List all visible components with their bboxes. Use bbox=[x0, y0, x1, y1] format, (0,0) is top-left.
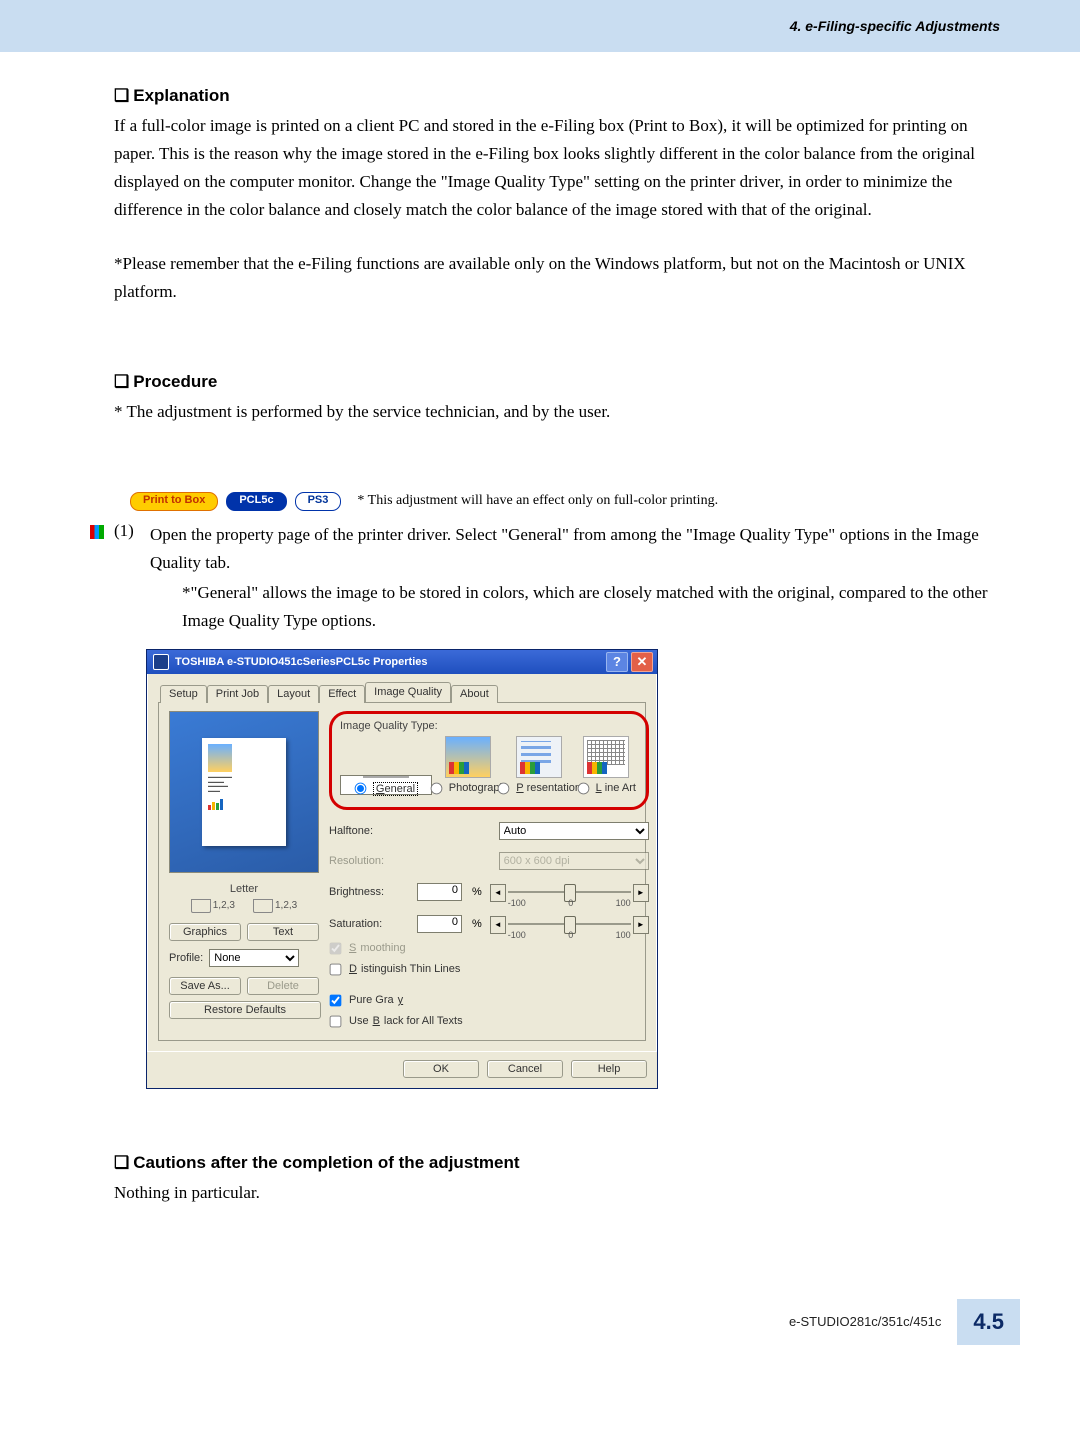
saturation-slider[interactable]: ◄ ► -1000100 bbox=[490, 914, 649, 934]
thumbnail-lineart-icon bbox=[583, 736, 629, 778]
page-body: ❑Explanation If a full-color image is pr… bbox=[0, 52, 1080, 1249]
text-button[interactable]: Text bbox=[247, 923, 319, 941]
step-number: (1) bbox=[114, 521, 140, 541]
copy-order-icons: 1,2,3 1,2,3 bbox=[169, 899, 319, 913]
square-bullet-icon: ❑ bbox=[114, 372, 129, 391]
iqt-option-lineart[interactable]: Line ArtLine Art bbox=[575, 736, 638, 795]
tab-print-job[interactable]: Print Job bbox=[207, 685, 268, 703]
titlebar-help-button[interactable]: ? bbox=[606, 652, 628, 672]
page-header: 4. e-Filing-specific Adjustments bbox=[0, 0, 1080, 52]
square-bullet-icon: ❑ bbox=[114, 1153, 129, 1172]
tab-layout[interactable]: Layout bbox=[268, 685, 319, 703]
explanation-body: If a full-color image is printed on a cl… bbox=[114, 112, 990, 224]
thumbnail-general-icon bbox=[363, 776, 409, 778]
slider-left-button[interactable]: ◄ bbox=[490, 916, 506, 934]
halftone-select[interactable]: Auto bbox=[499, 822, 649, 840]
tab-panel-image-quality: ▬▬▬▬▬▬▬▬▬▬▬▬▬▬▬▬▬▬ Letter 1,2,3 1,2,3 Gr… bbox=[158, 702, 646, 1041]
printer-icon bbox=[191, 899, 211, 913]
dialog-title: TOSHIBA e-STUDIO451cSeriesPCL5c Properti… bbox=[175, 656, 427, 668]
tab-effect[interactable]: Effect bbox=[319, 685, 365, 703]
highlighted-region: Image Quality Type: GGeneraleneral Photo… bbox=[329, 711, 649, 810]
image-quality-type-label: Image Quality Type: bbox=[340, 720, 638, 732]
page-footer: e-STUDIO281c/351c/451c 4.5 bbox=[0, 1299, 1080, 1375]
step-1-text: Open the property page of the printer dr… bbox=[150, 521, 990, 577]
step-1-sub: *"General" allows the image to be stored… bbox=[182, 579, 990, 635]
black-text-checkbox[interactable] bbox=[330, 1015, 342, 1027]
graphics-button[interactable]: Graphics bbox=[169, 923, 241, 941]
radio-lineart[interactable] bbox=[577, 782, 589, 794]
titlebar-close-button[interactable]: ✕ bbox=[631, 652, 653, 672]
printer-icon bbox=[253, 899, 273, 913]
cancel-button[interactable]: Cancel bbox=[487, 1060, 563, 1078]
tags-row: Print to Box PCL5c PS3 * This adjustment… bbox=[130, 492, 990, 510]
dialog-button-row: OK Cancel Help bbox=[147, 1052, 657, 1088]
resolution-label: Resolution: bbox=[329, 855, 409, 867]
tab-setup[interactable]: Setup bbox=[160, 685, 207, 703]
restore-defaults-button[interactable]: Restore Defaults bbox=[169, 1001, 321, 1019]
header-section: 4. e-Filing-specific Adjustments bbox=[790, 18, 1000, 34]
tag-print-to-box: Print to Box bbox=[130, 492, 218, 510]
tab-about[interactable]: About bbox=[451, 685, 498, 703]
procedure-body: * The adjustment is performed by the ser… bbox=[114, 398, 990, 426]
thumbnail-photograph-icon bbox=[445, 736, 491, 778]
iqt-option-presentation[interactable]: PresentationPresentation bbox=[503, 736, 574, 795]
heading-cautions: ❑Cautions after the completion of the ad… bbox=[114, 1153, 990, 1173]
slider-left-button[interactable]: ◄ bbox=[490, 884, 506, 902]
halftone-label: Halftone: bbox=[329, 825, 409, 837]
brightness-value[interactable]: 0 bbox=[417, 883, 462, 901]
radio-photograph[interactable] bbox=[430, 782, 442, 794]
preview-paper-size: Letter bbox=[169, 883, 319, 895]
ok-button[interactable]: OK bbox=[403, 1060, 479, 1078]
footer-model: e-STUDIO281c/351c/451c bbox=[789, 1314, 941, 1329]
app-icon bbox=[153, 654, 169, 670]
heading-procedure: ❑Procedure bbox=[114, 372, 990, 392]
heading-explanation: ❑Explanation bbox=[114, 86, 990, 106]
saturation-value[interactable]: 0 bbox=[417, 915, 462, 933]
step-1: (1) Open the property page of the printe… bbox=[90, 521, 990, 635]
explanation-note: *Please remember that the e-Filing funct… bbox=[114, 250, 990, 306]
profile-label: Profile: bbox=[169, 952, 203, 964]
brightness-slider[interactable]: ◄ ► -1000100 bbox=[490, 882, 649, 902]
thin-lines-checkbox[interactable] bbox=[330, 963, 342, 975]
dialog-titlebar: TOSHIBA e-STUDIO451cSeriesPCL5c Properti… bbox=[147, 650, 657, 674]
delete-button[interactable]: Delete bbox=[247, 977, 319, 995]
radio-presentation[interactable] bbox=[498, 782, 510, 794]
pure-gray-checkbox[interactable] bbox=[330, 994, 342, 1006]
thumbnail-presentation-icon bbox=[516, 736, 562, 778]
color-bars-icon bbox=[90, 525, 104, 539]
smoothing-checkbox bbox=[330, 942, 342, 954]
tags-note: * This adjustment will have an effect on… bbox=[357, 493, 718, 509]
resolution-select: 600 x 600 dpi bbox=[499, 852, 649, 870]
saturation-label: Saturation: bbox=[329, 918, 409, 930]
help-button[interactable]: Help bbox=[571, 1060, 647, 1078]
cautions-body: Nothing in particular. bbox=[114, 1179, 990, 1207]
square-bullet-icon: ❑ bbox=[114, 86, 129, 105]
printer-properties-dialog: TOSHIBA e-STUDIO451cSeriesPCL5c Properti… bbox=[146, 649, 658, 1089]
tag-ps3: PS3 bbox=[295, 492, 342, 510]
slider-right-button[interactable]: ► bbox=[633, 916, 649, 934]
tab-image-quality[interactable]: Image Quality bbox=[365, 682, 451, 702]
tag-pcl5c: PCL5c bbox=[226, 492, 286, 510]
profile-select[interactable]: None bbox=[209, 949, 299, 967]
slider-right-button[interactable]: ► bbox=[633, 884, 649, 902]
page-preview: ▬▬▬▬▬▬▬▬▬▬▬▬▬▬▬▬▬▬ bbox=[169, 711, 319, 873]
save-as-button[interactable]: Save As... bbox=[169, 977, 241, 995]
radio-general[interactable] bbox=[355, 783, 367, 795]
iqt-option-photograph[interactable]: Photograph bbox=[432, 736, 503, 795]
brightness-label: Brightness: bbox=[329, 886, 409, 898]
footer-page-number: 4.5 bbox=[957, 1299, 1020, 1345]
dialog-tabs: Setup Print Job Layout Effect Image Qual… bbox=[158, 682, 646, 702]
iqt-option-general[interactable]: GGeneraleneral bbox=[340, 775, 432, 795]
